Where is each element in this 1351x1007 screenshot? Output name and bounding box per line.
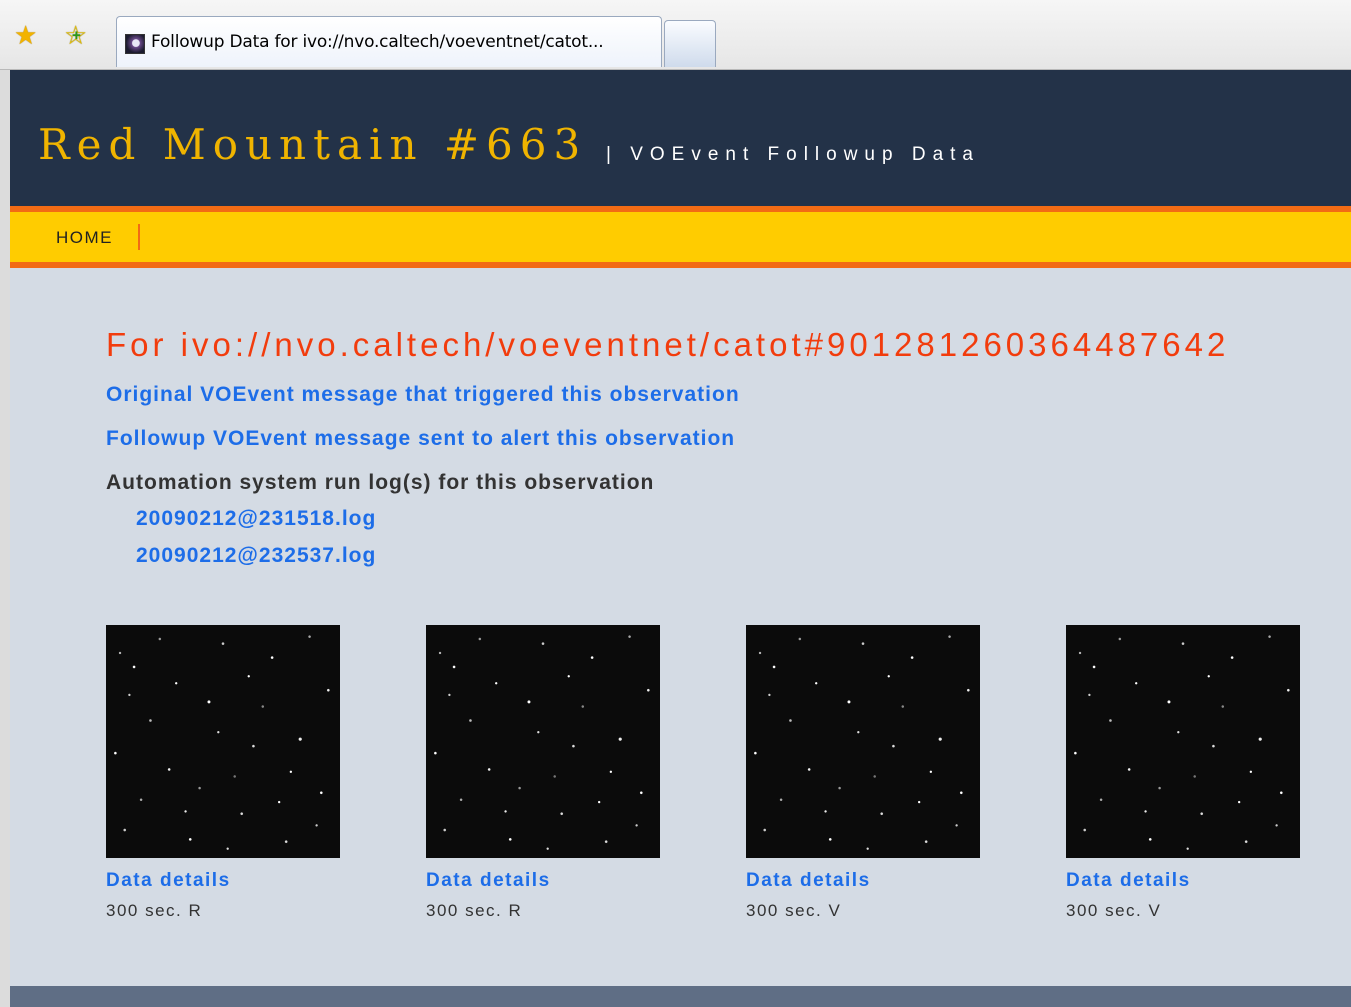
web-page: Red Mountain #663 | VOEvent Followup Dat… [10, 70, 1351, 1007]
bookmark-star-icon[interactable]: ★ [14, 22, 37, 48]
divider [10, 262, 1351, 268]
browser-tab-strip: ★ ☆ + Followup Data for ivo://nvo.caltech… [0, 0, 1351, 70]
site-title: Red Mountain #663 [38, 120, 588, 169]
nav-separator [138, 224, 140, 250]
browser-tab-active[interactable]: Followup Data for ivo://nvo.caltech/voev… [116, 16, 662, 67]
nav-bar: HOME [10, 212, 1351, 262]
nav-home-link[interactable]: HOME [56, 228, 113, 248]
data-details-link[interactable]: Data details [1066, 870, 1191, 892]
observation-image-thumbnail[interactable] [106, 625, 340, 858]
favicon-icon [125, 34, 145, 54]
add-bookmark-icon[interactable]: ☆ + [64, 22, 87, 48]
footer-bar [10, 986, 1351, 1007]
followup-voevent-link[interactable]: Followup VOEvent message sent to alert t… [106, 427, 735, 451]
exposure-label: 300 sec. V [746, 901, 842, 920]
page-heading: For ivo://nvo.caltech/voeventnet/catot#9… [106, 326, 1230, 363]
exposure-label: 300 sec. R [426, 901, 523, 920]
new-tab-button[interactable] [664, 20, 716, 67]
data-details-link[interactable]: Data details [106, 870, 231, 892]
exposure-label: 300 sec. R [106, 901, 203, 920]
tab-title: Followup Data for ivo://nvo.caltech/voev… [151, 32, 604, 52]
data-details-link[interactable]: Data details [746, 870, 871, 892]
top-stripe [10, 70, 1351, 78]
run-log-link[interactable]: 20090212@231518.log [136, 507, 376, 531]
observation-image-thumbnail[interactable] [426, 625, 660, 858]
observation-image-thumbnail[interactable] [746, 625, 980, 858]
site-header: Red Mountain #663 | VOEvent Followup Dat… [10, 78, 1351, 206]
window-left-edge [0, 70, 10, 1007]
site-subtitle: | VOEvent Followup Data [606, 144, 980, 165]
run-log-heading: Automation system run log(s) for this ob… [106, 471, 655, 494]
data-details-link[interactable]: Data details [426, 870, 551, 892]
observation-image-thumbnail[interactable] [1066, 625, 1300, 858]
run-log-link[interactable]: 20090212@232537.log [136, 544, 376, 568]
exposure-label: 300 sec. V [1066, 901, 1162, 920]
original-voevent-link[interactable]: Original VOEvent message that triggered … [106, 383, 740, 407]
